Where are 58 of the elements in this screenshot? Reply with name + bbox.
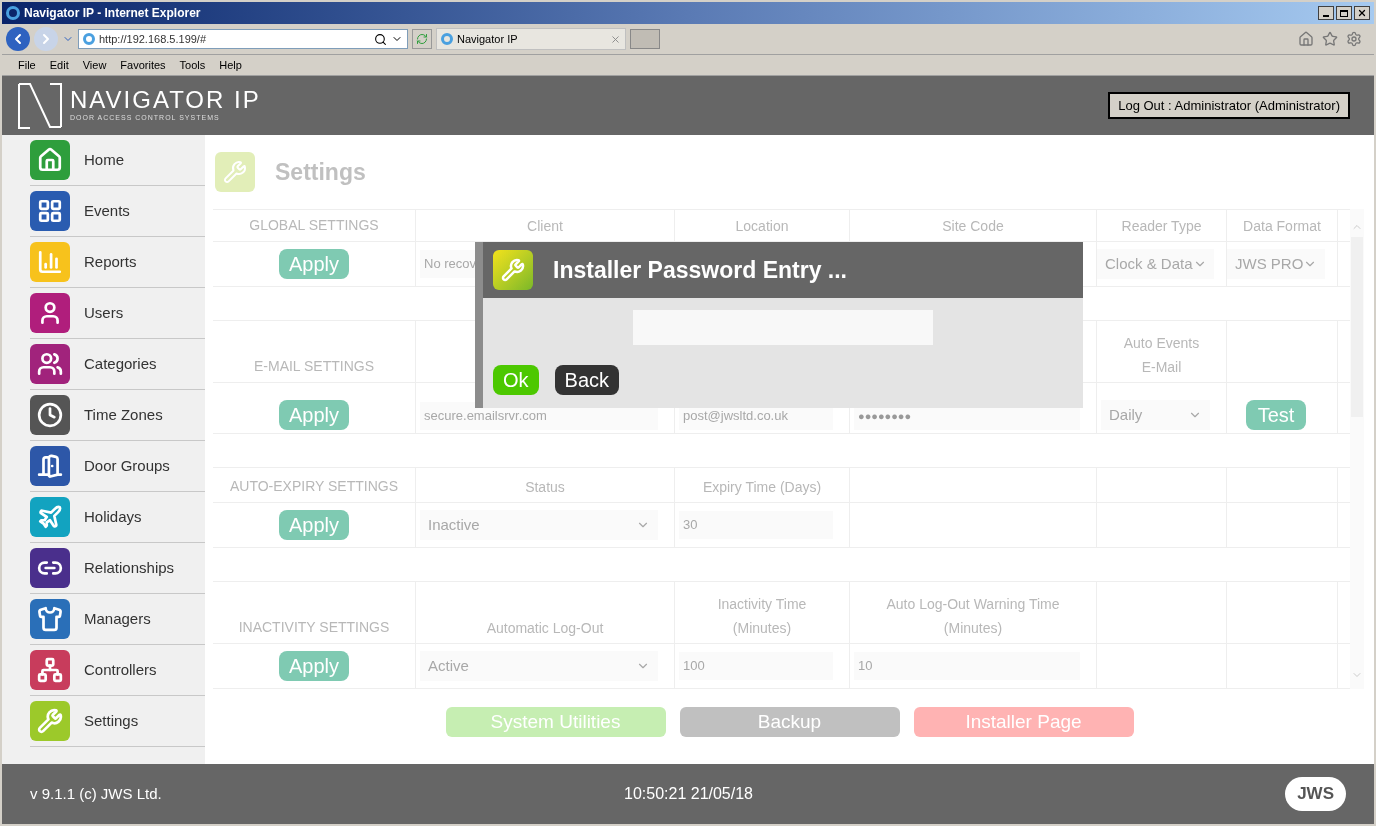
section-title: AUTO-EXPIRY SETTINGS	[229, 477, 398, 496]
column-header: Automatic Log-Out	[486, 619, 604, 638]
column-header: Status	[525, 478, 565, 497]
sidebar-item[interactable]: Holidays	[30, 492, 205, 543]
column-header: Location	[735, 217, 789, 236]
dialog-title: Installer Password Entry ...	[553, 255, 847, 285]
company-logo: JWS	[1285, 777, 1346, 811]
column-header: Auto Events E-Mail	[1122, 334, 1201, 377]
column-header: Inactivity Time (Minutes)	[716, 595, 808, 638]
wrench-icon	[493, 250, 533, 290]
column-header: Data Format	[1243, 217, 1321, 236]
window-title: Navigator IP - Internet Explorer	[24, 5, 201, 22]
menu-item[interactable]: Favorites	[120, 56, 166, 74]
new-tab-button[interactable]	[630, 29, 660, 49]
sidebar-item[interactable]: Door Groups	[30, 441, 205, 492]
menu-item[interactable]: File	[18, 56, 36, 74]
minimize-icon[interactable]	[1318, 6, 1334, 20]
column-header: Expiry Time (Days)	[702, 478, 822, 497]
column-header: Site Code	[942, 217, 1004, 236]
wrench-icon	[215, 152, 255, 192]
menu-item[interactable]: View	[82, 56, 107, 74]
sidebar-item[interactable]: Categories	[30, 339, 205, 390]
home-icon[interactable]	[1298, 31, 1314, 47]
sidebar-item[interactable]: Relationships	[30, 543, 205, 594]
sidebar-item[interactable]: Reports	[30, 237, 205, 288]
section-title: INACTIVITY SETTINGS	[238, 618, 390, 637]
version-text: v 9.1.1 (c) JWS Ltd.	[30, 783, 162, 804]
refresh-icon[interactable]	[412, 29, 432, 49]
page-title: Settings	[275, 157, 366, 187]
menu-item[interactable]: Tools	[179, 56, 206, 74]
column-header: Client	[527, 217, 563, 236]
section-title: E-MAIL SETTINGS	[253, 357, 375, 376]
logo-mark-icon	[18, 82, 62, 129]
column-header: Auto Log-Out Warning Time (Minutes)	[885, 595, 1061, 638]
sidebar-item[interactable]: Controllers	[30, 645, 205, 696]
star-icon[interactable]	[1322, 31, 1338, 47]
logout-button[interactable]: Log Out : Administrator (Administrator)	[1108, 91, 1350, 120]
sidebar-item[interactable]: Time Zones	[30, 390, 205, 441]
sidebar-item[interactable]: Managers	[30, 594, 205, 645]
sidebar-item[interactable]: Users	[30, 288, 205, 339]
section-title: GLOBAL SETTINGS	[249, 216, 379, 235]
sidebar-item[interactable]: Settings	[30, 696, 205, 747]
browser-tab[interactable]: Navigator IP	[436, 28, 626, 50]
logo-title: NAVIGATOR IP	[70, 87, 261, 114]
date-time: 10:50:21 21/05/18	[624, 784, 753, 804]
sidebar-item[interactable]: Home	[30, 135, 205, 186]
back-button[interactable]: Back	[554, 365, 620, 395]
menu-item[interactable]: Help	[219, 56, 242, 74]
settings-icon[interactable]	[1346, 31, 1362, 47]
address-field[interactable]: http://192.168.5.199/#	[78, 29, 408, 49]
close-icon[interactable]	[1354, 6, 1370, 20]
sidebar-item[interactable]: Events	[30, 186, 205, 237]
column-header: Reader Type	[1121, 217, 1202, 236]
back-icon[interactable]	[6, 27, 30, 51]
menu-item[interactable]: Edit	[49, 56, 69, 74]
search-icon[interactable]	[374, 32, 387, 46]
maximize-icon[interactable]	[1336, 6, 1352, 20]
scrollbar[interactable]	[1350, 209, 1364, 689]
